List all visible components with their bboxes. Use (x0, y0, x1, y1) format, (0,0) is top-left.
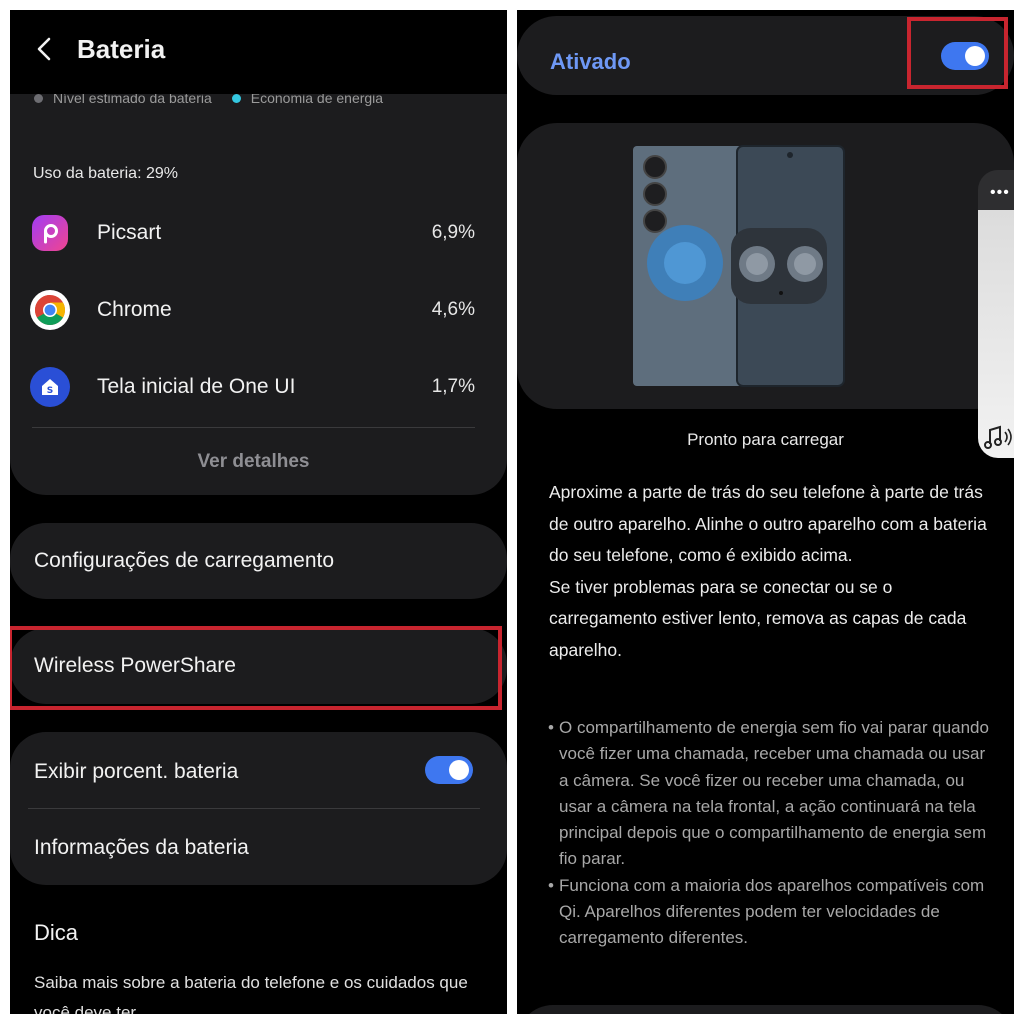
battery-usage-title: Uso da bateria: 29% (33, 165, 178, 182)
app-name: Picsart (97, 221, 162, 244)
tip-title: Dica (34, 920, 79, 945)
app-usage-row-picsart[interactable]: Picsart 6,9% (30, 203, 475, 263)
charging-settings-label: Configurações de carregamento (34, 549, 335, 572)
edge-panel-handle[interactable]: ••• (978, 170, 1014, 458)
divider (28, 808, 480, 809)
show-percent-label: Exibir porcent. bateria (34, 760, 239, 783)
app-name: Tela inicial de One UI (97, 375, 296, 398)
note-text: O compartilhamento de energia sem fio va… (559, 718, 989, 869)
wireless-powershare-screen: Ativado ••• Pronto para carregar Aproxim… (517, 10, 1014, 1014)
battery-info-link[interactable]: Informações da bateria (34, 836, 249, 860)
note-item: • Funciona com a maioria dos aparelhos c… (548, 873, 998, 952)
battery-options-card: Exibir porcent. bateria Informações da b… (10, 732, 507, 885)
notes-list: • O compartilhamento de energia sem fio … (548, 715, 998, 952)
app-percent: 6,9% (431, 222, 475, 243)
picsart-icon (32, 215, 68, 251)
status-label: Ativado (550, 49, 631, 74)
page-title: Bateria (77, 34, 166, 64)
battery-settings-screen: Bateria Nível estimado da bateria Econom… (10, 10, 507, 1014)
more-options-icon: ••• (990, 184, 1010, 201)
phone-and-earbuds-illustration (633, 145, 845, 387)
back-button[interactable] (28, 32, 62, 66)
view-details-button[interactable]: Ver detalhes (10, 451, 497, 473)
show-percent-toggle[interactable] (425, 756, 473, 784)
app-header: Bateria (10, 10, 507, 94)
charging-settings-card[interactable]: Configurações de carregamento (10, 523, 507, 599)
highlight-box (10, 626, 502, 710)
legend-dot-gray (34, 93, 43, 103)
chrome-icon (30, 290, 70, 330)
app-usage-row-chrome[interactable]: Chrome 4,6% (30, 280, 475, 340)
bullet-icon: • (548, 875, 554, 895)
ready-to-charge-text: Pronto para carregar (687, 430, 844, 449)
app-name: Chrome (97, 298, 172, 321)
app-usage-row-one-ui-home[interactable]: S Tela inicial de One UI 1,7% (30, 357, 475, 417)
toggle-knob (449, 760, 469, 780)
bullet-icon: • (548, 718, 554, 737)
instruction-paragraph: Se tiver problemas para se conectar ou s… (549, 576, 967, 660)
illustration-card (517, 123, 1014, 409)
app-percent: 4,6% (431, 299, 475, 320)
note-item: • O compartilhamento de energia sem fio … (548, 715, 998, 873)
divider (32, 427, 475, 428)
highlight-box (907, 17, 1008, 89)
back-arrow-icon (37, 37, 51, 61)
tip-text[interactable]: Saiba mais sobre a bateria do telefone e… (34, 968, 474, 1014)
app-percent: 1,7% (431, 376, 475, 397)
legend-dot-cyan (231, 93, 241, 103)
note-text: Funciona com a maioria dos aparelhos com… (559, 875, 985, 948)
instructions-text: Aproxime a parte de trás do seu telefone… (549, 477, 999, 666)
one-ui-home-icon: S (30, 367, 70, 407)
next-card (517, 1005, 1014, 1014)
instruction-paragraph: Aproxime a parte de trás do seu telefone… (549, 482, 987, 565)
svg-text:S: S (47, 386, 53, 396)
